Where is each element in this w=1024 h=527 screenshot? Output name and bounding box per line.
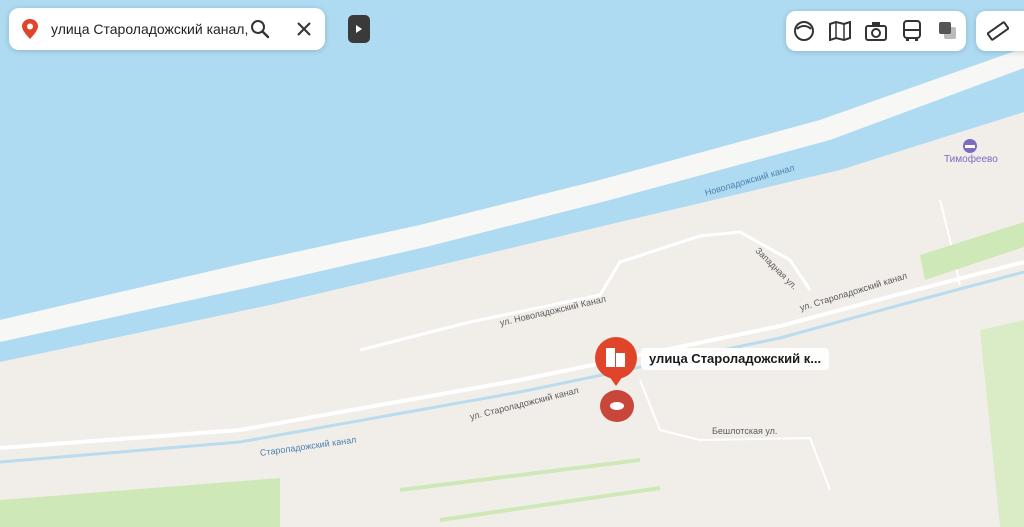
search-icon[interactable] [249,18,271,40]
panorama-icon[interactable] [792,19,816,43]
search-box: улица Староладожский канал, 4 [9,8,325,50]
address-pin-label[interactable]: улица Староладожский к... [641,348,830,370]
ruler-tool [976,11,1024,51]
camera-icon[interactable] [864,19,888,43]
bed-icon[interactable] [963,139,977,153]
location-pin-icon [21,19,39,39]
search-input[interactable]: улица Староладожский канал, 4 [51,21,251,37]
close-icon[interactable] [294,19,314,39]
map-book-icon[interactable] [828,19,852,43]
map-layers-toolbar [786,11,966,51]
label-beshlotskaya-street: Бешлотская ул. [712,426,778,436]
play-arrow-icon[interactable] [348,15,370,43]
bus-icon[interactable] [900,19,924,43]
map-canvas[interactable] [0,0,1024,527]
layers-icon[interactable] [936,19,960,43]
ruler-icon[interactable] [986,19,1010,43]
label-timofeevo[interactable]: Тимофеево [944,154,998,165]
